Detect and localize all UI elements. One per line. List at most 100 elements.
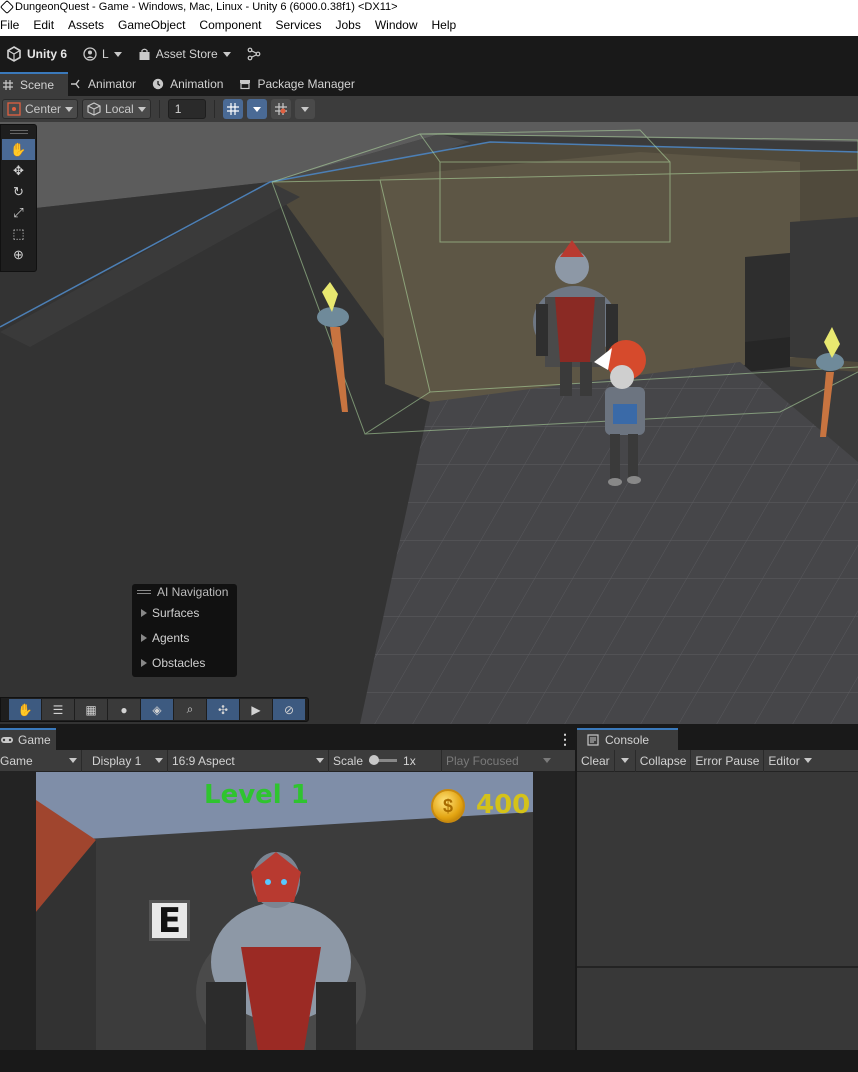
- menu-component[interactable]: Component: [192, 18, 268, 32]
- scene-viewport[interactable]: [0, 122, 858, 724]
- game-viewport[interactable]: Level 1 $ 400 E: [36, 772, 533, 1050]
- unity-version-label: Unity 6: [27, 47, 68, 61]
- transform-icon: ⊕: [13, 246, 24, 262]
- game-view-mode-label: Game: [0, 753, 33, 768]
- play-mode-dropdown[interactable]: Play Focused: [442, 750, 555, 772]
- chevron-right-icon: [141, 608, 147, 617]
- rect-tool-button[interactable]: ⬚: [2, 223, 35, 244]
- pivot-mode-dropdown[interactable]: Center: [2, 99, 79, 119]
- more-options-icon[interactable]: ⋮: [558, 731, 572, 748]
- orientation-button[interactable]: ⊘: [273, 699, 305, 720]
- version-control-button[interactable]: [241, 42, 267, 66]
- chevron-down-icon: [252, 106, 261, 112]
- chevron-right-icon: [141, 658, 147, 667]
- overlay-grip-handle[interactable]: [1, 125, 36, 139]
- scale-slider-handle[interactable]: [369, 755, 380, 765]
- tab-package-manager[interactable]: Package Manager: [237, 72, 368, 96]
- hand-tool-button[interactable]: ✋: [2, 139, 35, 160]
- layers-icon: ◈: [152, 702, 162, 717]
- unity-app-icon: [0, 0, 15, 14]
- transform-tool-button[interactable]: ⊕: [2, 244, 35, 265]
- console-details-splitter[interactable]: [577, 966, 858, 968]
- unity-version-button[interactable]: Unity 6: [0, 42, 73, 66]
- shading-mode-button[interactable]: ●: [108, 699, 140, 720]
- menu-services[interactable]: Services: [268, 18, 328, 32]
- move-tool-button[interactable]: ✥: [2, 160, 35, 181]
- tab-console[interactable]: Console: [577, 728, 678, 750]
- account-icon: [83, 47, 97, 61]
- tab-animator-label: Animator: [88, 77, 137, 91]
- asset-store-dropdown[interactable]: Asset Store: [132, 42, 237, 66]
- clear-button[interactable]: Clear: [577, 749, 615, 772]
- tab-scene[interactable]: Scene: [0, 72, 69, 96]
- chevron-down-icon: [316, 758, 324, 763]
- menu-bar: File Edit Assets GameObject Component Se…: [0, 14, 858, 36]
- view-tool-button[interactable]: ✋: [9, 699, 41, 720]
- rotate-tool-button[interactable]: ↻: [2, 181, 35, 202]
- draw-mode-button[interactable]: ▦: [75, 699, 107, 720]
- menu-gameobject[interactable]: GameObject: [111, 18, 192, 32]
- main-toolbar: Unity 6 L Asset Store: [0, 36, 858, 72]
- chevron-down-icon: [155, 758, 163, 763]
- menu-help[interactable]: Help: [425, 18, 464, 32]
- game-toolbar: Game Display 1 16:9 Aspect Scale 1x Play…: [0, 749, 575, 772]
- grip-icon: [137, 590, 151, 594]
- ai-nav-surfaces-foldout[interactable]: Surfaces: [132, 600, 237, 625]
- hand-icon: ✋: [17, 702, 33, 717]
- toolbar-separator: [158, 100, 160, 118]
- sphere-icon: ●: [120, 702, 128, 717]
- chevron-down-icon: [300, 106, 309, 112]
- tab-animation[interactable]: Animation: [150, 72, 237, 96]
- scale-slider[interactable]: [369, 755, 398, 765]
- ai-navigation-overlay: AI Navigation Surfaces Agents Obstacles: [132, 584, 237, 677]
- coin-symbol: $: [442, 795, 453, 816]
- error-pause-toggle[interactable]: Error Pause: [691, 749, 765, 772]
- grid-snapping-dropdown[interactable]: [294, 99, 315, 119]
- ai-nav-agents-foldout[interactable]: Agents: [132, 625, 237, 650]
- ai-navigation-header[interactable]: AI Navigation: [132, 584, 237, 600]
- search-icon: ⌕: [186, 702, 194, 716]
- animator-icon: [71, 79, 80, 89]
- camera-button[interactable]: ▶: [240, 699, 272, 720]
- menu-file[interactable]: File: [0, 18, 26, 32]
- clear-label: Clear: [581, 753, 610, 768]
- menu-window[interactable]: Window: [368, 18, 425, 32]
- ai-nav-obstacles-foldout[interactable]: Obstacles: [132, 650, 237, 675]
- layers-visibility-button[interactable]: ◈: [141, 699, 173, 720]
- display-dropdown[interactable]: Display 1: [82, 749, 168, 772]
- scale-control[interactable]: Scale 1x: [329, 749, 442, 772]
- console-log-area[interactable]: [577, 772, 858, 1050]
- tab-game[interactable]: Game: [0, 728, 56, 750]
- hand-icon: ✋: [10, 141, 27, 157]
- scene-view-options-overlay: ✋ ☰ ▦ ● ◈ ⌕ ✣ ▶ ⊘: [0, 697, 309, 722]
- grid-visibility-button[interactable]: [222, 99, 243, 119]
- search-button[interactable]: ⌕: [174, 699, 206, 720]
- scale-tool-button[interactable]: ⤢: [2, 202, 35, 223]
- window-title: DungeonQuest - Game - Windows, Mac, Linu…: [15, 1, 398, 13]
- collapse-toggle[interactable]: Collapse: [636, 749, 692, 772]
- aspect-dropdown[interactable]: 16:9 Aspect: [168, 749, 329, 772]
- window-title-bar: DungeonQuest - Game - Windows, Mac, Linu…: [0, 0, 858, 14]
- account-dropdown[interactable]: L: [77, 42, 128, 66]
- menu-jobs[interactable]: Jobs: [328, 18, 367, 32]
- tool-settings-button[interactable]: ☰: [42, 699, 74, 720]
- tab-scene-label: Scene: [20, 78, 55, 92]
- pivot-space-dropdown[interactable]: Local: [82, 99, 151, 119]
- tab-console-label: Console: [605, 733, 650, 747]
- editor-tab-row: Scene Animator Animation Package Manager: [0, 72, 858, 96]
- compass-icon: ⊘: [283, 702, 295, 717]
- grid-icon: [3, 80, 13, 90]
- game-view-mode-dropdown[interactable]: Game: [0, 749, 82, 772]
- grid-snapping-button[interactable]: [270, 99, 291, 119]
- clear-options-dropdown[interactable]: [615, 749, 636, 772]
- hud-level-text: Level 1: [204, 780, 309, 810]
- gizmos-button[interactable]: ✣: [207, 699, 239, 720]
- grid-snap-input[interactable]: 1: [167, 99, 206, 119]
- grid-axis-dropdown[interactable]: [246, 99, 267, 119]
- editor-target-dropdown[interactable]: Editor: [764, 750, 815, 772]
- menu-edit[interactable]: Edit: [26, 18, 61, 32]
- chevron-down-icon: [113, 51, 122, 57]
- ai-nav-item-label: Surfaces: [152, 605, 200, 620]
- tab-animator[interactable]: Animator: [68, 72, 150, 96]
- menu-assets[interactable]: Assets: [61, 18, 111, 32]
